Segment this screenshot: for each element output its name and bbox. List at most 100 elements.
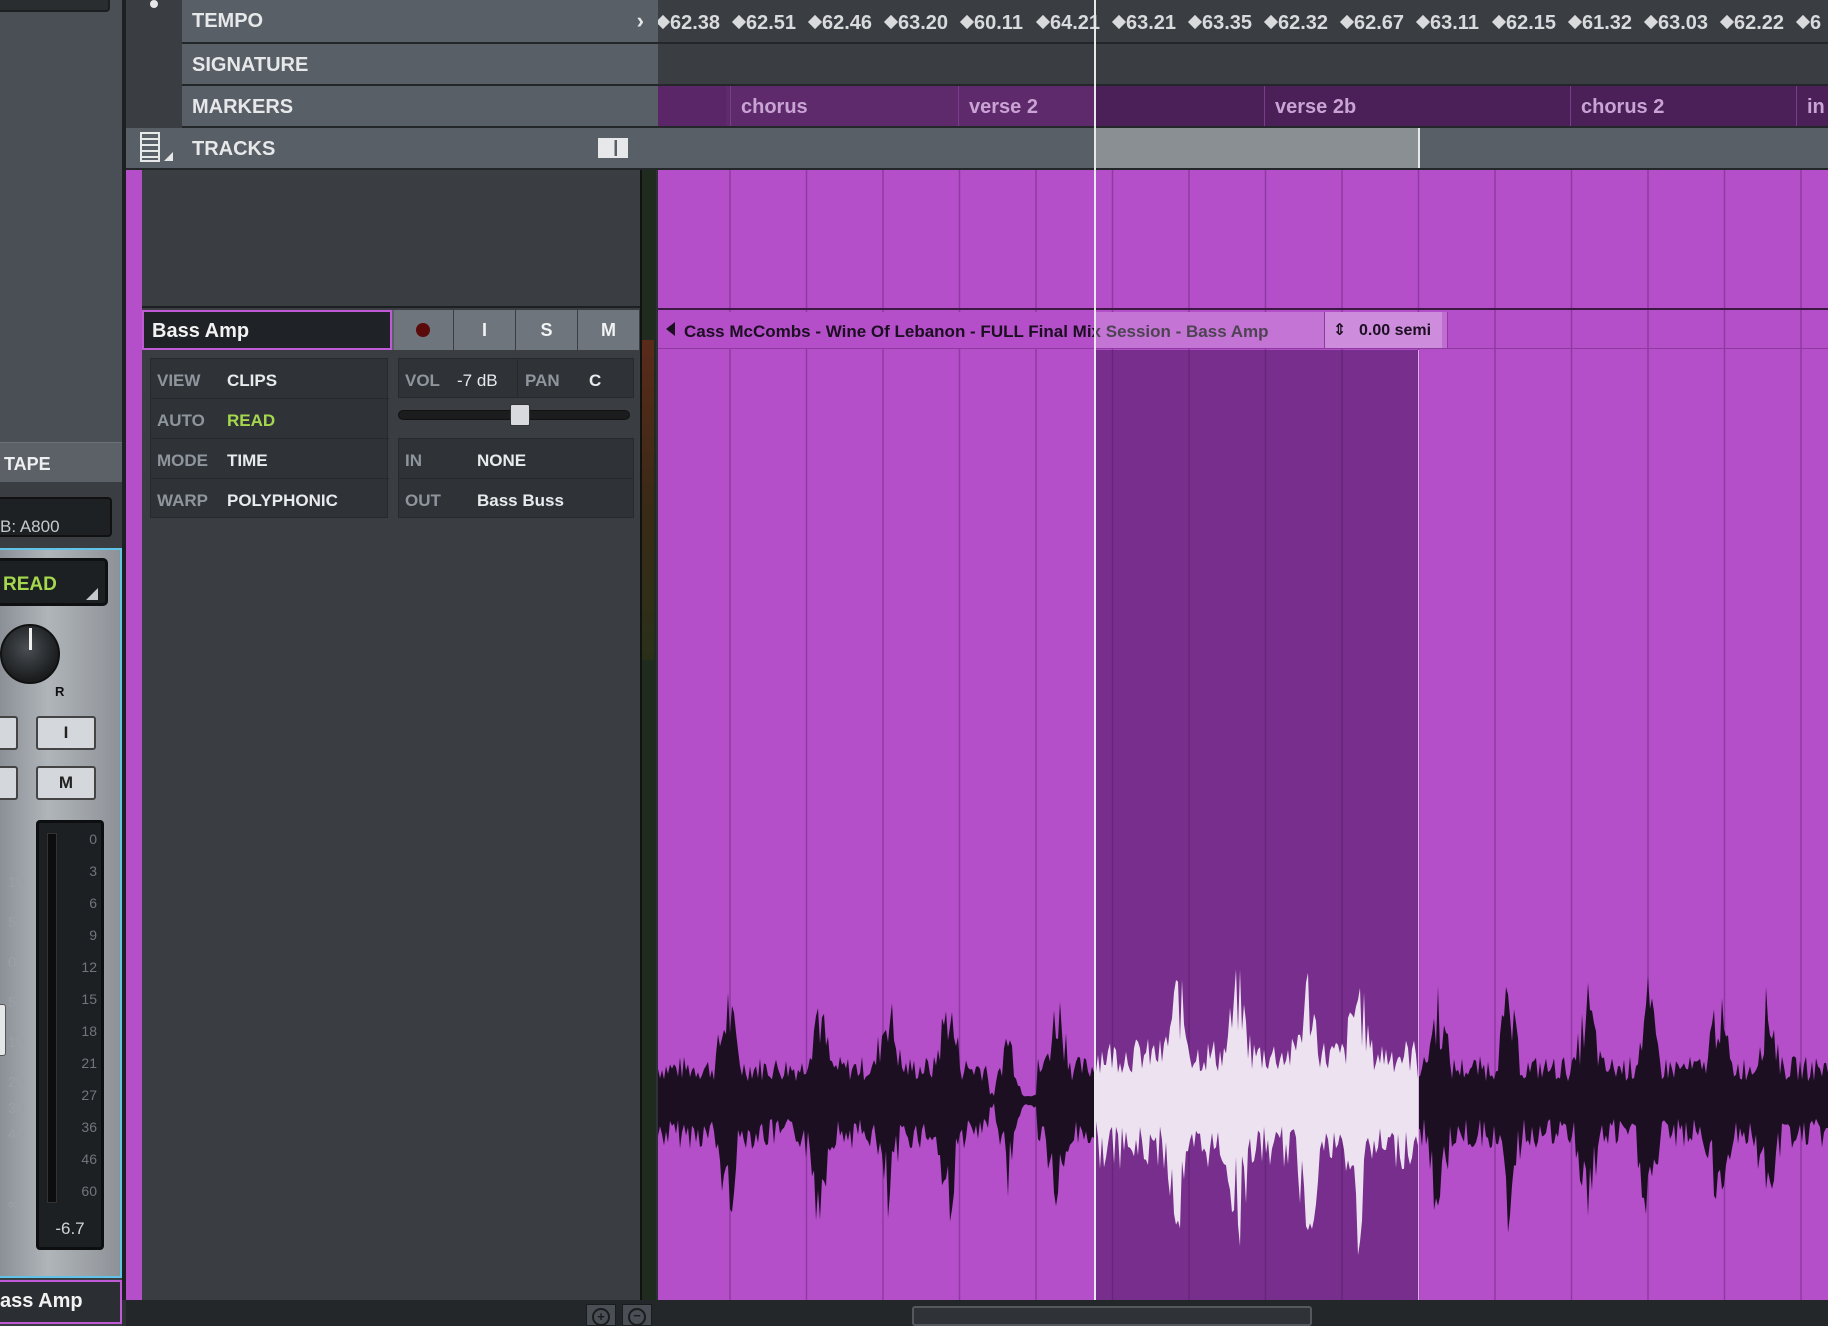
out-row[interactable]: OUT Bass Buss: [399, 479, 633, 519]
tempo-point-icon[interactable]: [1035, 14, 1051, 30]
chevron-right-icon[interactable]: ›: [637, 8, 644, 34]
upper-track-header: [142, 170, 640, 308]
solo-button[interactable]: [0, 766, 18, 800]
pitch-stepper-icon[interactable]: ⇕: [1333, 320, 1346, 340]
zoom-in-button[interactable]: +: [586, 1304, 616, 1326]
clip-left-arrow-icon[interactable]: [666, 322, 675, 336]
warp-row[interactable]: WARP POLYPHONIC: [151, 479, 389, 519]
pitch-box[interactable]: ⇕ 0.00 semi: [1324, 312, 1448, 348]
track-list-icon[interactable]: [140, 132, 160, 162]
tempo-point-icon[interactable]: [1491, 14, 1507, 30]
mode-value: TIME: [227, 451, 268, 470]
tempo-label-cell[interactable]: TEMPO ›: [182, 0, 658, 44]
tape-label: TAPE: [4, 454, 51, 474]
upper-track-divider: [658, 308, 1828, 310]
tempo-lane[interactable]: 62.38 62.51 62.46 63.20 60.11 64.21 63.21 63.35…: [658, 0, 1828, 44]
tempo-value: 62.46: [822, 12, 873, 34]
input-monitor-button[interactable]: I: [36, 716, 96, 750]
tempo-label: TEMPO: [192, 10, 264, 32]
mute-button[interactable]: M: [36, 766, 96, 800]
tempo-point-icon[interactable]: [1187, 14, 1203, 30]
in-value: NONE: [477, 451, 527, 470]
tempo-point-icon[interactable]: [1567, 14, 1583, 30]
input-monitor-button[interactable]: I: [454, 310, 516, 350]
ruler-playhead-line: [1094, 0, 1096, 170]
pitch-value: 0.00 semi: [1359, 322, 1432, 339]
tracks-label: TRACKS: [192, 138, 276, 160]
waveform-shape: [1418, 976, 1828, 1233]
tracks-lane[interactable]: [658, 128, 1828, 170]
io-box: IN NONE OUT Bass Buss: [398, 438, 634, 518]
auto-row[interactable]: AUTO READ: [151, 399, 389, 439]
playhead-line[interactable]: [1094, 170, 1096, 1300]
signature-label: SIGNATURE: [192, 54, 309, 76]
zoom-out-button[interactable]: −: [622, 1304, 652, 1326]
mode-row[interactable]: MODE TIME: [151, 439, 389, 479]
record-icon: [416, 323, 430, 337]
record-arm-button[interactable]: [394, 310, 454, 350]
tempo-value: 62.51: [746, 12, 797, 34]
volume-slider-handle[interactable]: [510, 404, 530, 426]
signature-lane[interactable]: [658, 44, 1828, 86]
tempo-point-icon[interactable]: [807, 14, 823, 30]
meter-column-peak: [642, 340, 654, 660]
tempo-value: 62.15: [1506, 12, 1557, 34]
tempo-point-icon[interactable]: [1111, 14, 1127, 30]
waveform-shape: [1096, 969, 1418, 1256]
vol-pan-row: VOL -7 dB PAN C: [398, 358, 634, 398]
tempo-point-icon[interactable]: [959, 14, 975, 30]
track-name-field[interactable]: Bass Amp: [142, 310, 392, 350]
view-value: CLIPS: [227, 371, 278, 390]
level-readout: -6.7: [55, 1219, 85, 1238]
tempo-value: 64.21: [1050, 12, 1101, 34]
view-label: VIEW: [157, 371, 201, 390]
markers-lane[interactable]: chorus verse 2 verse 2b chorus 2 in: [658, 86, 1828, 128]
record-arm-button[interactable]: [0, 716, 18, 750]
header-dot-icon: [150, 0, 158, 8]
tempo-point-icon[interactable]: [731, 14, 747, 30]
mixer-top-slot[interactable]: [0, 0, 110, 12]
mute-button[interactable]: M: [578, 310, 640, 350]
tempo-point-icon[interactable]: [1263, 14, 1279, 30]
tempo-value: 62.22: [1734, 12, 1785, 34]
horizontal-scrollbar[interactable]: [912, 1306, 1312, 1326]
vol-value[interactable]: -7 dB: [457, 371, 498, 391]
input-label: B: A800: [0, 517, 60, 536]
in-row[interactable]: IN NONE: [399, 439, 633, 479]
tempo-value: 62.38: [670, 12, 721, 34]
tracks-label-cell[interactable]: TRACKS: [126, 128, 658, 170]
meter-scale: 0 3 6 9 12 15 18 21 27 36 46 60: [81, 831, 97, 1199]
warp-value: POLYPHONIC: [227, 491, 338, 510]
marker-chorus[interactable]: chorus: [730, 86, 808, 126]
tempo-point-icon[interactable]: [1339, 14, 1355, 30]
marker-verse-2[interactable]: verse 2: [958, 86, 1038, 126]
fader-handle[interactable]: [0, 1004, 6, 1056]
tracks-lane-selection-end: [1418, 128, 1420, 168]
markers-label-cell[interactable]: MARKERS: [182, 86, 658, 128]
marker-intro[interactable]: in: [1796, 86, 1825, 126]
dropdown-corner-icon: [86, 588, 98, 600]
solo-button[interactable]: S: [516, 310, 578, 350]
marker-verse-2b[interactable]: verse 2b: [1264, 86, 1356, 126]
tempo-point-icon[interactable]: [658, 14, 671, 30]
tempo-point-icon[interactable]: [1643, 14, 1659, 30]
tempo-point-icon[interactable]: [1415, 14, 1431, 30]
tempo-point-icon[interactable]: [1795, 14, 1811, 30]
arrange-area[interactable]: Cass McCombs - Wine Of Lebanon - FULL Fi…: [658, 170, 1828, 1300]
panel-toggle-icon[interactable]: [598, 138, 628, 158]
meter-bar: [47, 833, 57, 1203]
out-value: Bass Buss: [477, 491, 564, 510]
pan-knob-indicator: [29, 628, 32, 650]
signature-label-cell[interactable]: SIGNATURE: [182, 44, 658, 86]
tempo-point-icon[interactable]: [883, 14, 899, 30]
marker-bg-2: [1094, 86, 1828, 126]
tempo-point-icon[interactable]: [1719, 14, 1735, 30]
tempo-value: 62.32: [1278, 12, 1329, 34]
pan-right-label: R: [55, 684, 65, 699]
marker-chorus-2[interactable]: chorus 2: [1570, 86, 1664, 126]
level-meter: 0 3 6 9 12 15 18 21 27 36 46 60 -6.7: [36, 820, 104, 1250]
header-left-pad: [126, 0, 182, 128]
view-row[interactable]: VIEW CLIPS: [151, 359, 389, 399]
tracks-lane-selection: [1096, 128, 1418, 168]
pan-value[interactable]: C: [589, 371, 601, 391]
